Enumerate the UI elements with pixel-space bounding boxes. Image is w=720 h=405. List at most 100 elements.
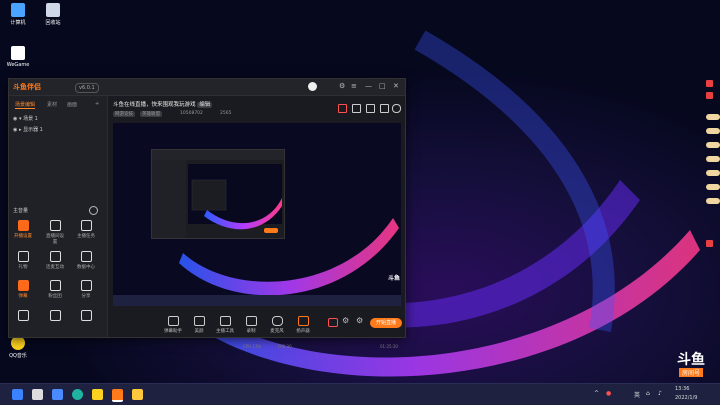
desktop-icon-computer[interactable]: 计算机 — [1, 3, 35, 26]
danmu-helper-button[interactable]: 弹幕助手 — [160, 316, 186, 334]
mic-button[interactable]: 麦克风 — [264, 316, 290, 334]
tool-tasks[interactable]: 主播任务 — [75, 220, 97, 239]
category-tag[interactable]: 网游竞技 — [113, 111, 135, 117]
lock-icon[interactable] — [352, 104, 361, 113]
tool-game[interactable] — [44, 310, 66, 323]
tool-room-settings[interactable]: 直播间设置 — [44, 220, 66, 245]
douyu-watermark: 斗鱼 房间号 — [664, 352, 718, 386]
tool-data-center[interactable]: 数据中心 — [75, 251, 97, 270]
gift-box-icon[interactable] — [338, 104, 347, 113]
speaker-button[interactable]: 扬声器 — [290, 316, 316, 334]
beauty-button[interactable]: 美颜 — [186, 316, 212, 334]
left-panel: 场景编辑 素材 画面 + ◉ ▾ 场景 1 ◉ ▸ 显示器 1 主音量 开播设置… — [9, 96, 108, 337]
title-bar: 斗鱼伴侣 v6.0.1 ⚙ ≡ — □ ✕ — [9, 79, 405, 96]
menu-icon[interactable]: ≡ — [351, 82, 357, 90]
language-indicator[interactable]: 英 — [634, 390, 640, 399]
tool-link-mic[interactable]: 连麦互动 — [44, 251, 66, 270]
edit-button[interactable]: 编辑 — [197, 102, 213, 108]
widgets-icon[interactable] — [52, 389, 63, 400]
version-badge: v6.0.1 — [75, 83, 99, 93]
tray-app-icon[interactable]: ● — [606, 390, 611, 397]
tool-more[interactable] — [12, 310, 34, 323]
nested-preview-window — [151, 149, 285, 239]
copy-icon[interactable] — [366, 104, 375, 113]
settings-icon[interactable]: ⚙ — [339, 82, 345, 90]
volume-toggle[interactable] — [89, 206, 98, 215]
network-icon[interactable]: ⌂ — [646, 390, 650, 397]
music-icon[interactable] — [92, 389, 103, 400]
start-stream-button[interactable]: 开始直播 — [370, 318, 402, 328]
minimize-icon[interactable]: — — [365, 82, 372, 90]
live-time: 01:25:30 — [380, 344, 398, 349]
fans-icon — [49, 280, 61, 291]
settings-icon[interactable]: ⚙ — [356, 316, 363, 325]
tools-icon — [219, 316, 231, 326]
close-icon[interactable]: ✕ — [393, 82, 399, 90]
tool-stream-settings[interactable]: 开播设置 — [12, 220, 34, 239]
douyu-preview-logo: 斗鱼 — [388, 275, 401, 282]
link-icon — [49, 251, 61, 262]
streaming-app-window: 斗鱼伴侣 v6.0.1 ⚙ ≡ — □ ✕ 场景编辑 素材 画面 + ◉ ▾ 场… — [8, 78, 406, 349]
tray-chevron-icon[interactable]: ^ — [594, 390, 599, 397]
viewer-count: 2565 — [220, 111, 232, 116]
tab-screen[interactable]: 画面 — [67, 101, 77, 108]
edge-icon[interactable] — [72, 389, 83, 400]
broadcast-icon — [17, 220, 29, 231]
room-id: 10508702 — [180, 111, 203, 116]
eye-icon[interactable]: ◉ — [13, 127, 17, 133]
start-icon[interactable] — [12, 389, 23, 400]
more-icon — [17, 310, 29, 321]
camera-icon[interactable] — [328, 318, 338, 327]
home-icon[interactable] — [380, 104, 389, 113]
maximize-icon[interactable]: □ — [379, 82, 386, 90]
desktop-icon-recycle-bin[interactable]: 回收站 — [36, 3, 70, 26]
clock-time[interactable]: 13:36 — [675, 386, 689, 392]
share-icon[interactable] — [392, 104, 401, 113]
desktop-icon-wegame[interactable]: WeGame — [1, 46, 35, 68]
qq-music-icon — [11, 336, 25, 350]
tab-scene-edit[interactable]: 场景编辑 — [15, 101, 36, 109]
danmu-icon — [17, 280, 29, 291]
scene-label: 显示器 1 — [23, 127, 43, 133]
record-icon — [245, 316, 257, 326]
danmu-icon — [167, 316, 179, 326]
explorer-icon[interactable] — [132, 389, 143, 400]
subcategory-tag[interactable]: 英雄联盟 — [140, 111, 162, 117]
streaming-app-icon[interactable] — [112, 389, 123, 402]
wegame-icon — [11, 46, 25, 60]
room-number-label: 房间号 — [678, 368, 703, 377]
gear-icon[interactable]: ⚙ — [342, 316, 349, 325]
fps-status: FPS 30 — [278, 344, 292, 349]
record-button[interactable]: 录制 — [238, 316, 264, 334]
game-icon — [49, 310, 61, 321]
room-icon — [49, 220, 61, 231]
add-icon[interactable]: + — [95, 101, 99, 107]
avatar[interactable] — [308, 82, 317, 91]
speaker-icon — [297, 316, 309, 326]
search-icon[interactable] — [32, 389, 43, 400]
tool-box[interactable] — [75, 310, 97, 323]
clock-date[interactable]: 2022/1/9 — [675, 395, 697, 401]
task-icon — [80, 220, 92, 231]
tool-share[interactable]: 分享 — [75, 280, 97, 299]
host-tools-button[interactable]: 主播工具 — [212, 316, 238, 334]
tool-gift[interactable]: 礼物 — [12, 251, 34, 270]
taskbar: ^ ● 英 ⌂ ♪ 13:36 2022/1/9 — [0, 383, 720, 405]
scene-item-display[interactable]: ◉ ▸ 显示器 1 — [13, 126, 43, 133]
room-title: 斗鱼在线直播，快来围观我玩游戏 编辑 — [113, 102, 213, 108]
share-icon — [80, 280, 92, 291]
eye-icon[interactable]: ◉ — [13, 116, 17, 122]
gift-icon — [17, 251, 29, 262]
beauty-icon — [193, 316, 205, 326]
volume-icon[interactable]: ♪ — [658, 390, 662, 397]
tab-material[interactable]: 素材 — [47, 101, 57, 108]
douyu-logo: 斗鱼 — [677, 352, 705, 368]
stream-preview[interactable]: 斗鱼 — [113, 123, 401, 306]
scene-label: 场景 1 — [23, 116, 38, 122]
scene-item-1[interactable]: ◉ ▾ 场景 1 — [13, 115, 38, 122]
tool-danmu[interactable]: 弹幕 — [12, 280, 34, 299]
cpu-status: CPU 12% — [243, 344, 262, 349]
tool-fans[interactable]: 粉丝团 — [44, 280, 66, 299]
desktop-icon-qq-music[interactable]: QQ音乐 — [1, 336, 35, 359]
recycle-bin-icon — [46, 3, 60, 17]
